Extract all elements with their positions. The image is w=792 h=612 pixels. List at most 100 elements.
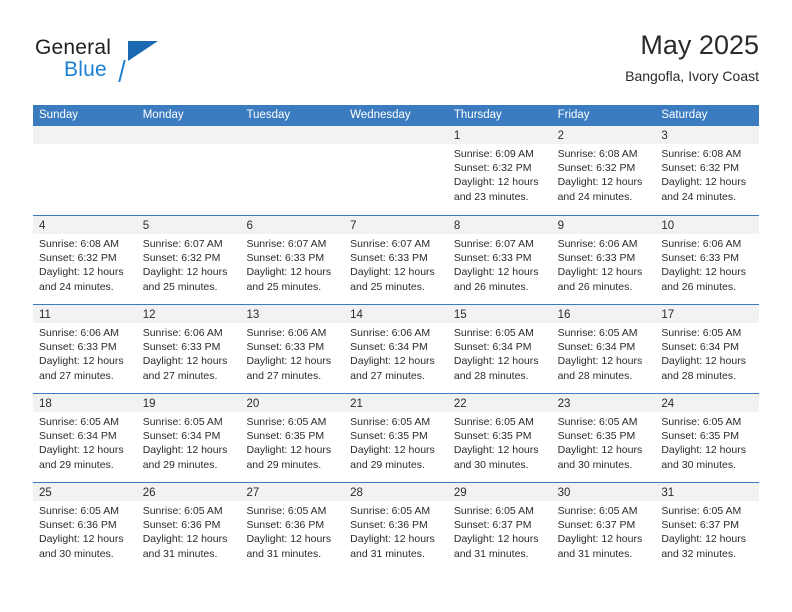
calendar-week-row: 25 Sunrise: 6:05 AM Sunset: 6:36 PM Dayligh… [33, 482, 760, 571]
day-number: 4 [39, 220, 46, 232]
day-details: Sunrise: 6:05 AM Sunset: 6:36 PM Daylight:… [240, 501, 344, 561]
weekday-header-wednesday: Wednesday [350, 109, 411, 121]
day-cell-14[interactable]: 14 Sunrise: 6:06 AM Sunset: 6:34 PM Dayligh… [344, 305, 448, 393]
day-details: Sunrise: 6:05 AM Sunset: 6:34 PM Daylight:… [552, 323, 656, 383]
daylight-text: Daylight: 12 hours [557, 355, 643, 368]
day-cell-10[interactable]: 10 Sunrise: 6:06 AM Sunset: 6:33 PM Dayligh… [655, 216, 760, 304]
daylight-text-cont: and 23 minutes. [453, 190, 529, 203]
day-cell-24[interactable]: 24 Sunrise: 6:05 AM Sunset: 6:35 PM Dayligh… [655, 394, 760, 482]
day-cell-16[interactable]: 16 Sunrise: 6:05 AM Sunset: 6:34 PM Dayligh… [551, 305, 656, 393]
day-cell-30[interactable]: 30 Sunrise: 6:05 AM Sunset: 6:37 PM Dayligh… [551, 483, 656, 571]
daylight-text: Daylight: 12 hours [142, 533, 228, 546]
day-number: 8 [453, 220, 461, 232]
day-cell-29[interactable]: 29 Sunrise: 6:05 AM Sunset: 6:37 PM Dayligh… [447, 483, 552, 571]
daylight-text-cont: and 31 minutes. [557, 547, 633, 560]
calendar-grid: Sunday Monday Tuesday Wednesday Thursday Frid… [33, 105, 760, 571]
day-cell-6[interactable]: 6 Sunrise: 6:07 AM Sunset: 6:33 PM Daylight… [240, 216, 345, 304]
daylight-text: Daylight: 12 hours [661, 355, 746, 368]
sunrise-text: Sunrise: 6:05 AM [661, 505, 742, 517]
day-cell-21[interactable]: 21 Sunrise: 6:05 AM Sunset: 6:35 PM Dayligh… [344, 394, 448, 482]
day-cell-2[interactable]: 2 Sunrise: 6:08 AM Sunset: 6:32 PM Daylight… [551, 126, 656, 215]
daylight-text-cont: and 27 minutes. [142, 369, 218, 382]
day-details: Sunrise: 6:05 AM Sunset: 6:34 PM Daylight:… [33, 412, 137, 472]
day-number-band: 12 [136, 305, 241, 323]
day-cell-27[interactable]: 27 Sunrise: 6:05 AM Sunset: 6:36 PM Dayligh… [240, 483, 345, 571]
day-number-band: 31 [655, 483, 760, 501]
day-cell-9[interactable]: 9 Sunrise: 6:06 AM Sunset: 6:33 PM Daylight… [551, 216, 656, 304]
sunrise-text: Sunrise: 6:05 AM [350, 505, 431, 517]
day-cell-18[interactable]: 18 Sunrise: 6:05 AM Sunset: 6:34 PM Dayligh… [33, 394, 137, 482]
daylight-text-cont: and 31 minutes. [142, 547, 218, 560]
day-details: Sunrise: 6:06 AM Sunset: 6:33 PM Daylight:… [552, 234, 656, 294]
daylight-text-cont: and 25 minutes. [142, 280, 218, 293]
day-number: 20 [246, 398, 260, 410]
sunset-text: Sunset: 6:33 PM [246, 341, 325, 354]
day-number-band: 19 [136, 394, 241, 412]
day-cell-11[interactable]: 11 Sunrise: 6:06 AM Sunset: 6:33 PM Dayligh… [33, 305, 137, 393]
day-details: Sunrise: 6:05 AM Sunset: 6:34 PM Daylight:… [448, 323, 552, 383]
day-cell-12[interactable]: 12 Sunrise: 6:06 AM Sunset: 6:33 PM Dayligh… [136, 305, 241, 393]
day-cell-25[interactable]: 25 Sunrise: 6:05 AM Sunset: 6:36 PM Dayligh… [33, 483, 137, 571]
day-cell-23[interactable]: 23 Sunrise: 6:05 AM Sunset: 6:35 PM Dayligh… [551, 394, 656, 482]
day-details: Sunrise: 6:07 AM Sunset: 6:33 PM Daylight:… [240, 234, 344, 294]
weekday-header-saturday: Saturday [661, 109, 708, 121]
day-number-band: 6 [240, 216, 345, 234]
daylight-text: Daylight: 12 hours [350, 444, 435, 457]
day-cell-26[interactable]: 26 Sunrise: 6:05 AM Sunset: 6:36 PM Dayligh… [136, 483, 241, 571]
sunset-text: Sunset: 6:37 PM [661, 519, 739, 532]
day-details [240, 144, 344, 147]
day-cell-20[interactable]: 20 Sunrise: 6:05 AM Sunset: 6:35 PM Dayligh… [240, 394, 345, 482]
day-details: Sunrise: 6:05 AM Sunset: 6:36 PM Daylight:… [33, 501, 137, 561]
daylight-text-cont: and 24 minutes. [661, 190, 737, 203]
sunset-text: Sunset: 6:33 PM [246, 252, 325, 265]
day-cell-31[interactable]: 31 Sunrise: 6:05 AM Sunset: 6:37 PM Dayligh… [655, 483, 760, 571]
day-cell-19[interactable]: 19 Sunrise: 6:05 AM Sunset: 6:34 PM Dayligh… [136, 394, 241, 482]
daylight-text: Daylight: 12 hours [557, 533, 643, 546]
day-details: Sunrise: 6:05 AM Sunset: 6:36 PM Daylight:… [137, 501, 241, 561]
day-number: 27 [246, 487, 260, 499]
day-cell-8[interactable]: 8 Sunrise: 6:07 AM Sunset: 6:33 PM Daylight… [447, 216, 552, 304]
weekday-header-monday: Monday [142, 109, 184, 121]
daylight-text-cont: and 29 minutes. [39, 458, 114, 471]
sunrise-text: Sunrise: 6:05 AM [453, 505, 534, 517]
day-cell-7[interactable]: 7 Sunrise: 6:07 AM Sunset: 6:33 PM Daylight… [344, 216, 448, 304]
sunrise-text: Sunrise: 6:05 AM [557, 416, 638, 428]
sunrise-text: Sunrise: 6:05 AM [142, 505, 223, 517]
daylight-text: Daylight: 12 hours [39, 444, 124, 457]
day-number: 24 [661, 398, 675, 410]
general-blue-logo[interactable]: General Blue [33, 36, 233, 92]
day-cell-5[interactable]: 5 Sunrise: 6:07 AM Sunset: 6:32 PM Daylight… [136, 216, 241, 304]
day-number-band [136, 126, 241, 144]
day-cell-17[interactable]: 17 Sunrise: 6:05 AM Sunset: 6:34 PM Dayligh… [655, 305, 760, 393]
page-subtitle: Bangofla, Ivory Coast [625, 68, 759, 84]
daylight-text: Daylight: 12 hours [246, 266, 332, 279]
sunset-text: Sunset: 6:32 PM [142, 252, 221, 265]
daylight-text-cont: and 28 minutes. [661, 369, 737, 382]
day-cell-28[interactable]: 28 Sunrise: 6:05 AM Sunset: 6:36 PM Dayligh… [344, 483, 448, 571]
sunrise-text: Sunrise: 6:05 AM [350, 416, 431, 428]
sunset-text: Sunset: 6:34 PM [142, 430, 221, 443]
sunrise-text: Sunrise: 6:05 AM [453, 327, 534, 339]
day-cell-1[interactable]: 1 Sunrise: 6:09 AM Sunset: 6:32 PM Daylight… [447, 126, 552, 215]
day-details: Sunrise: 6:07 AM Sunset: 6:33 PM Daylight:… [344, 234, 448, 294]
sunrise-text: Sunrise: 6:06 AM [661, 238, 742, 250]
sunset-text: Sunset: 6:33 PM [350, 252, 428, 265]
day-number-band: 29 [447, 483, 552, 501]
day-cell-22[interactable]: 22 Sunrise: 6:05 AM Sunset: 6:35 PM Dayligh… [447, 394, 552, 482]
calendar-page: General Blue May 2025 Bangofla, Ivory Co… [0, 0, 792, 612]
day-cell-15[interactable]: 15 Sunrise: 6:05 AM Sunset: 6:34 PM Dayligh… [447, 305, 552, 393]
day-cell-3[interactable]: 3 Sunrise: 6:08 AM Sunset: 6:32 PM Daylight… [655, 126, 760, 215]
day-number-band: 7 [344, 216, 448, 234]
day-number: 31 [661, 487, 675, 499]
day-number: 26 [142, 487, 156, 499]
calendar-week-row: 4 Sunrise: 6:08 AM Sunset: 6:32 PM Daylight… [33, 215, 760, 304]
day-details: Sunrise: 6:08 AM Sunset: 6:32 PM Daylight:… [552, 144, 656, 204]
day-number-band: 10 [655, 216, 760, 234]
sunrise-text: Sunrise: 6:05 AM [557, 505, 638, 517]
daylight-text: Daylight: 12 hours [453, 176, 539, 189]
day-details: Sunrise: 6:05 AM Sunset: 6:37 PM Daylight:… [448, 501, 552, 561]
day-details: Sunrise: 6:05 AM Sunset: 6:35 PM Daylight:… [448, 412, 552, 472]
day-cell-13[interactable]: 13 Sunrise: 6:06 AM Sunset: 6:33 PM Dayligh… [240, 305, 345, 393]
day-cell-empty [240, 126, 345, 215]
day-cell-4[interactable]: 4 Sunrise: 6:08 AM Sunset: 6:32 PM Daylight… [33, 216, 137, 304]
